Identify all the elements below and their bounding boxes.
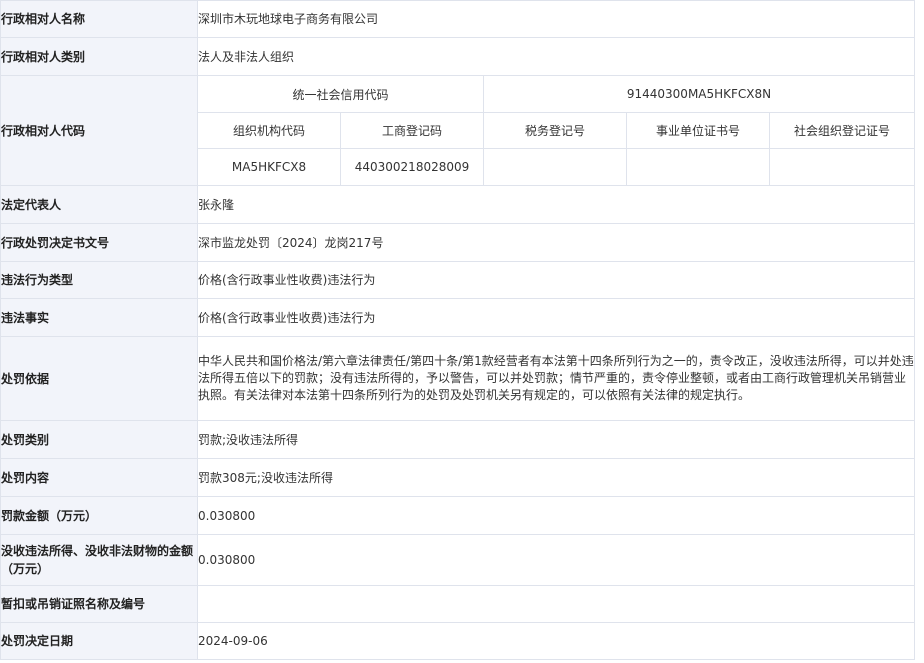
value-business-reg: 440300218028009: [340, 148, 484, 186]
value-penalty-category: 罚款;没收违法所得: [197, 420, 915, 459]
value-tax-reg: [483, 148, 627, 186]
subheader-tax-reg: 税务登记号: [483, 112, 627, 149]
value-violation-fact: 价格(含行政事业性收费)违法行为: [197, 298, 915, 337]
label-basis: 处罚依据: [0, 336, 198, 421]
label-license: 暂扣或吊销证照名称及编号: [0, 585, 198, 623]
row-license: 暂扣或吊销证照名称及编号: [0, 585, 915, 623]
row-name: 行政相对人名称 深圳市木玩地球电子商务有限公司: [0, 0, 915, 38]
credit-code-label: 统一社会信用代码: [197, 75, 484, 113]
subheader-org-code: 组织机构代码: [197, 112, 341, 149]
label-violation-fact: 违法事实: [0, 298, 198, 337]
row-confiscation: 没收违法所得、没收非法财物的金额（万元） 0.030800: [0, 534, 915, 586]
row-violation-type: 违法行为类型 价格(含行政事业性收费)违法行为: [0, 261, 915, 299]
label-doc-no: 行政处罚决定书文号: [0, 223, 198, 262]
label-violation-type: 违法行为类型: [0, 261, 198, 299]
label-category: 行政相对人类别: [0, 37, 198, 76]
value-legal-rep: 张永隆: [197, 185, 915, 224]
label-penalty-category: 处罚类别: [0, 420, 198, 459]
credit-code-value: 91440300MA5HKFCX8N: [483, 75, 915, 113]
value-institution-cert: [626, 148, 770, 186]
value-doc-no: 深市监龙处罚〔2024〕龙岗217号: [197, 223, 915, 262]
value-license: [197, 585, 915, 623]
label-confiscation: 没收违法所得、没收非法财物的金额（万元）: [0, 534, 198, 586]
row-fine-amount: 罚款金额（万元） 0.030800: [0, 496, 915, 535]
label-name: 行政相对人名称: [0, 0, 198, 38]
value-confiscation: 0.030800: [197, 534, 915, 586]
subheader-institution-cert: 事业单位证书号: [626, 112, 770, 149]
value-basis: 中华人民共和国价格法/第六章法律责任/第四十条/第1款经营者有本法第十四条所列行…: [197, 336, 915, 421]
value-org-code: MA5HKFCX8: [197, 148, 341, 186]
label-decision-date: 处罚决定日期: [0, 622, 198, 660]
value-name: 深圳市木玩地球电子商务有限公司: [197, 0, 915, 38]
label-penalty-content: 处罚内容: [0, 458, 198, 497]
value-category: 法人及非法人组织: [197, 37, 915, 76]
row-category: 行政相对人类别 法人及非法人组织: [0, 37, 915, 76]
subheader-social-org-cert: 社会组织登记证号: [769, 112, 915, 149]
value-penalty-content: 罚款308元;没收违法所得: [197, 458, 915, 497]
row-violation-fact: 违法事实 价格(含行政事业性收费)违法行为: [0, 298, 915, 337]
value-decision-date: 2024-09-06: [197, 622, 915, 660]
row-decision-date: 处罚决定日期 2024-09-06: [0, 622, 915, 660]
label-legal-rep: 法定代表人: [0, 185, 198, 224]
row-code-credit: 行政相对人代码 统一社会信用代码 91440300MA5HKFCX8N: [0, 75, 915, 186]
label-code: 行政相对人代码: [0, 75, 198, 186]
row-penalty-category: 处罚类别 罚款;没收违法所得: [0, 420, 915, 459]
row-basis: 处罚依据 中华人民共和国价格法/第六章法律责任/第四十条/第1款经营者有本法第十…: [0, 336, 915, 421]
value-violation-type: 价格(含行政事业性收费)违法行为: [197, 261, 915, 299]
subheader-business-reg: 工商登记码: [340, 112, 484, 149]
row-legal-rep: 法定代表人 张永隆: [0, 185, 915, 224]
row-doc-no: 行政处罚决定书文号 深市监龙处罚〔2024〕龙岗217号: [0, 223, 915, 262]
penalty-info-table: 行政相对人名称 深圳市木玩地球电子商务有限公司 行政相对人类别 法人及非法人组织…: [0, 0, 915, 660]
value-social-org-cert: [769, 148, 915, 186]
label-fine-amount: 罚款金额（万元）: [0, 496, 198, 535]
row-penalty-content: 处罚内容 罚款308元;没收违法所得: [0, 458, 915, 497]
value-fine-amount: 0.030800: [197, 496, 915, 535]
